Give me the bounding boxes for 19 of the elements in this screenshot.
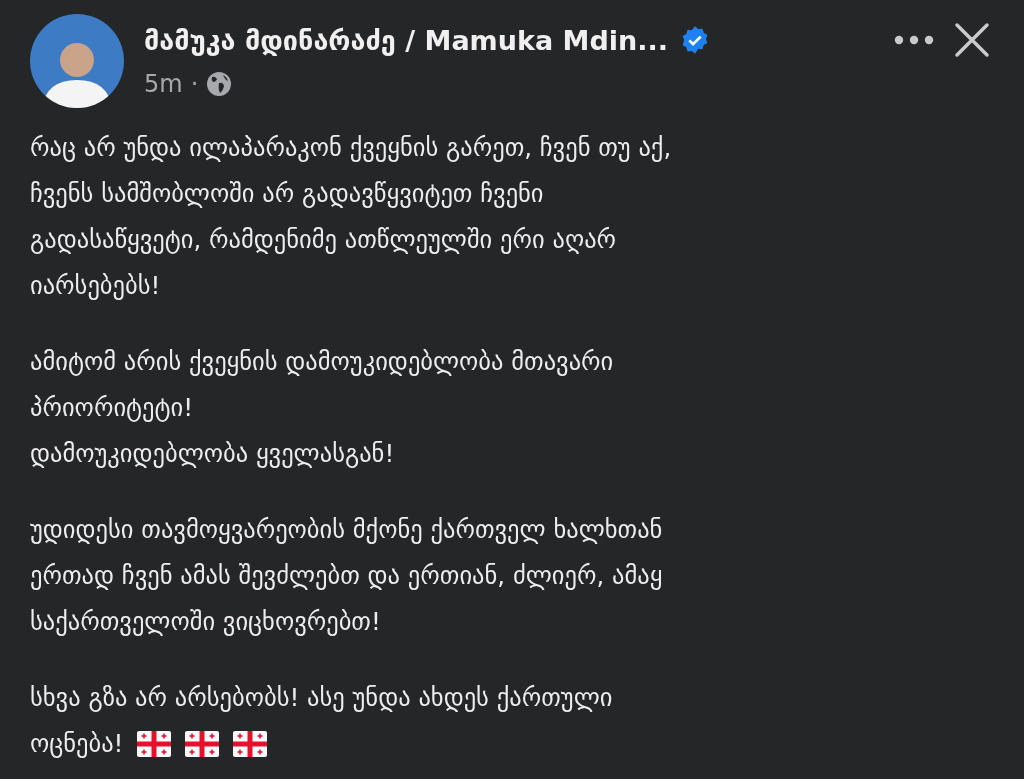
post-text: ამიტომ არის ქვეყნის დამოუკიდებლობა მთავარი xyxy=(30,346,615,378)
post-text: ოცნება! xyxy=(30,728,124,760)
post-text: დამოუკიდებლობა ყველასგან! xyxy=(30,438,396,470)
post-text: იარსებებს! xyxy=(30,270,162,302)
post-text: უდიდესი თავმოყვარეობის მქონე ქართველ ხალხთან xyxy=(30,514,664,546)
flag-icon xyxy=(233,731,268,757)
post-text: პრიორიტეტი! xyxy=(30,392,195,424)
flag-icon xyxy=(137,731,172,757)
separator-dot: · xyxy=(190,70,199,98)
post-text: საქართველოში ვიცხოვრებთ! xyxy=(30,606,382,638)
globe-icon xyxy=(206,71,233,97)
post-text: ჩვენს სამშობლოში არ გადავწყვიტეთ ჩვენი xyxy=(30,178,545,210)
post-text: ერთად ჩვენ ამას შევძლებთ და ერთიან, ძლიერ, ამაყ xyxy=(30,560,664,592)
author-name[interactable]: მამუკა მდინარაძე / Mamuka Mdin... xyxy=(144,24,668,56)
post-text: რაც არ უნდა ილაპარაკონ ქვეყნის გარეთ, ჩვენ თუ აქ, xyxy=(30,132,673,164)
post-text: სხვა გზა არ არსებობს! ასე უნდა ახდეს ქართული xyxy=(30,682,614,714)
post-text: გადასაწყვეტი, რამდენიმე ათწლეულში ერი აღარ xyxy=(30,224,618,256)
flag-icon xyxy=(185,731,220,757)
post-time[interactable]: 5m xyxy=(144,70,183,98)
